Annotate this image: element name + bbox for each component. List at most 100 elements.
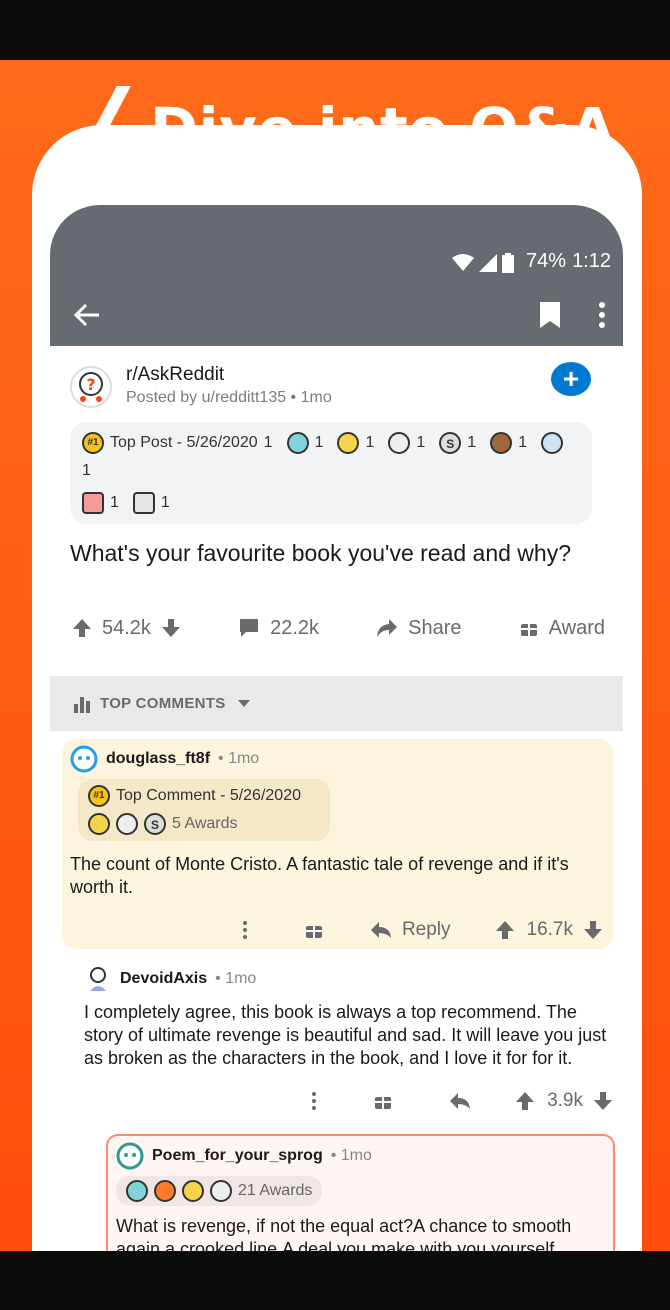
comment-header: douglass_ft8f • 1mo xyxy=(70,745,603,773)
comments-button[interactable]: 22.2k xyxy=(238,617,319,640)
chevron-down-icon xyxy=(237,699,250,707)
wink-award-icon xyxy=(116,813,138,835)
comment-awards[interactable]: 21 Awards xyxy=(116,1176,323,1206)
join-button[interactable]: + xyxy=(551,362,591,396)
award-icon[interactable] xyxy=(373,1091,393,1111)
subreddit-avatar[interactable]: ? xyxy=(70,366,112,408)
comment-age: • 1mo xyxy=(218,750,260,767)
share-icon xyxy=(377,619,398,637)
hand-award-icon xyxy=(210,1180,232,1202)
share-button[interactable]: Share xyxy=(376,616,462,640)
post-score: 54.2k xyxy=(102,616,151,639)
silver-award-icon: S xyxy=(144,813,166,835)
app-screen: 74% 1:12 ? r/AskReddit Posted by u/reddi… xyxy=(50,205,623,1255)
svg-text:?: ? xyxy=(86,375,95,394)
award-icon[interactable] xyxy=(304,920,324,940)
bookmark-icon[interactable] xyxy=(539,301,561,329)
silver-award-icon: S xyxy=(439,432,462,454)
comment-actions: 3.9k xyxy=(84,1090,613,1112)
upvote-icon[interactable] xyxy=(515,1091,535,1111)
comment-score: 3.9k xyxy=(547,1090,583,1111)
vote-controls: 54.2k xyxy=(72,617,181,640)
fire-award-icon xyxy=(154,1180,176,1202)
sort-label: TOP COMMENTS xyxy=(100,695,226,712)
sort-bars-icon xyxy=(74,696,90,713)
upvote-icon[interactable] xyxy=(72,618,92,638)
stonks-award-icon xyxy=(82,492,104,514)
share-label: Share xyxy=(408,616,462,639)
reply-button[interactable]: Reply xyxy=(370,919,451,941)
downvote-icon[interactable] xyxy=(593,1091,613,1111)
subreddit-name[interactable]: r/AskReddit xyxy=(126,364,332,386)
post-meta: Posted by u/redditt135 • 1mo xyxy=(126,389,332,406)
comment-body: The count of Monte Cristo. A fantastic t… xyxy=(70,854,569,897)
post-header: ? r/AskReddit Posted by u/redditt135 • 1… xyxy=(70,364,603,408)
status-icons xyxy=(452,253,515,273)
comment-header: Poem_for_your_sprog • 1mo xyxy=(116,1142,605,1170)
comment-header: DevoidAxis • 1mo xyxy=(84,965,613,993)
more-options-icon[interactable] xyxy=(242,920,248,940)
comic-award-icon xyxy=(132,492,155,514)
wifi-icon xyxy=(452,254,475,271)
nested-reply-comment: Poem_for_your_sprog • 1mo 21 Awards What… xyxy=(106,1134,615,1255)
gold-award-icon xyxy=(182,1180,204,1202)
more-options-icon[interactable] xyxy=(599,301,605,328)
comment-age: • 1mo xyxy=(330,1147,372,1164)
comment-username[interactable]: Poem_for_your_sprog xyxy=(152,1147,323,1165)
award-button[interactable]: Award xyxy=(519,617,605,640)
comment-username[interactable]: DevoidAxis xyxy=(120,970,207,988)
gold-award-icon xyxy=(337,432,360,454)
top-comment-badge-icon: #1 xyxy=(88,785,110,807)
comment-icon xyxy=(240,619,259,637)
status-bar: 74% 1:12 xyxy=(50,205,623,283)
more-options-icon[interactable] xyxy=(311,1091,317,1111)
clock: 1:12 xyxy=(572,250,611,272)
post-awards[interactable]: #1 Top Post - 5/26/2020 1 1 1 1 S 1 1 1 … xyxy=(70,422,592,524)
device-bottom-bar xyxy=(0,1251,670,1310)
reply-label: Reply xyxy=(401,919,451,940)
comment-actions: Reply 16.7k xyxy=(70,919,603,941)
awards-count: 21 Awards xyxy=(238,1182,313,1199)
user-avatar-icon[interactable] xyxy=(116,1142,144,1170)
comment-score: 16.7k xyxy=(526,919,573,940)
downvote-icon[interactable] xyxy=(583,920,603,940)
user-avatar-icon[interactable] xyxy=(84,965,112,993)
post: ? r/AskReddit Posted by u/redditt135 • 1… xyxy=(50,346,623,568)
cell-signal-icon xyxy=(479,254,498,272)
top-comment: douglass_ft8f • 1mo #1 Top Comment - 5/2… xyxy=(62,739,613,949)
comment-body: I completely agree, this book is always … xyxy=(84,1002,607,1068)
downvote-icon[interactable] xyxy=(161,618,181,638)
top-post-text: Top Post - 5/26/2020 xyxy=(110,434,258,451)
device-top-bar xyxy=(0,0,670,60)
comment-age: • 1mo xyxy=(215,970,257,987)
posted-by[interactable]: Posted by u/redditt135 xyxy=(126,389,286,406)
comment-body: What is revenge, if not the equal act?A … xyxy=(116,1216,572,1255)
battery-percent: 74% xyxy=(526,250,567,272)
wholesome-award-icon xyxy=(126,1180,148,1202)
comment-username[interactable]: douglass_ft8f xyxy=(106,750,210,768)
top-comment-awards[interactable]: #1 Top Comment - 5/26/2020 S 5 Awards xyxy=(78,779,330,841)
reply-icon[interactable] xyxy=(449,1092,471,1110)
top-comment-text: Top Comment - 5/26/2020 xyxy=(116,787,301,804)
battery-icon xyxy=(502,253,515,273)
gift-icon xyxy=(520,622,537,636)
comment-sort-bar[interactable]: TOP COMMENTS xyxy=(50,676,623,731)
awards-count: 5 Awards xyxy=(172,815,238,832)
award-label: Award xyxy=(548,616,605,639)
user-avatar-icon[interactable] xyxy=(70,745,98,773)
top-post-badge-icon: #1 xyxy=(82,432,104,454)
back-arrow-icon[interactable] xyxy=(74,303,100,327)
post-title[interactable]: What's your favourite book you've read a… xyxy=(70,538,603,568)
reply-comment: DevoidAxis • 1mo I completely agree, thi… xyxy=(84,965,613,1112)
reply-icon xyxy=(370,922,391,938)
askreddit-logo-icon: ? xyxy=(79,372,103,402)
comment-count: 22.2k xyxy=(270,616,320,639)
post-age: 1mo xyxy=(300,389,332,406)
wholesome-award-icon xyxy=(286,432,309,454)
app-bar xyxy=(50,283,623,346)
post-actions: 54.2k 22.2k Share Award xyxy=(50,568,623,648)
paper-award-icon xyxy=(541,432,564,454)
gold-award-icon xyxy=(88,813,110,835)
skull-award-icon xyxy=(388,432,411,454)
upvote-icon[interactable] xyxy=(495,920,515,940)
